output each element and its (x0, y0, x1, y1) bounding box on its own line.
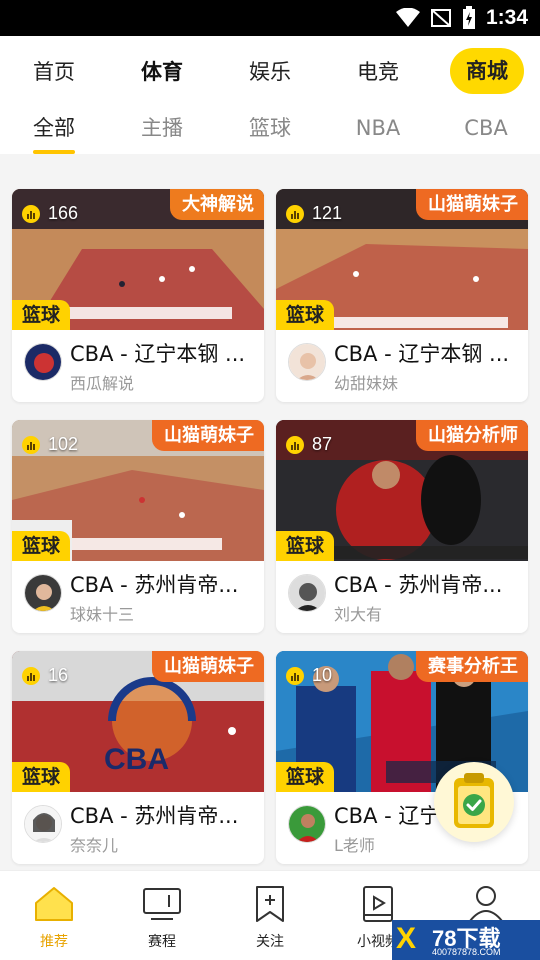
sport-badge: 篮球 (12, 300, 71, 330)
popularity-icon (22, 204, 40, 223)
viewer-count-value: 121 (312, 203, 343, 223)
card-info: CBA - 苏州肯帝... 球妹十三 (12, 561, 264, 633)
avatar (24, 574, 62, 612)
anchor-name: 幼甜妹妹 (334, 374, 399, 393)
anchor-name: 刘大有 (334, 605, 383, 624)
anchor-tag: 山猫分析师 (416, 420, 528, 451)
avatar (288, 574, 326, 612)
card-info: CBA - 辽宁本钢 ... 西瓜解说 (12, 330, 264, 402)
svg-text:CBA: CBA (104, 743, 169, 776)
stream-card[interactable]: 87 山猫分析师 篮球 CBA - 苏州肯帝... 刘大有 (276, 420, 528, 633)
anchor-tag: 山猫萌妹子 (416, 189, 528, 220)
clipboard-check-icon (454, 773, 494, 828)
viewer-count: 16 (22, 665, 68, 686)
viewer-count-value: 10 (312, 665, 333, 685)
stream-title: CBA - 辽宁本钢 ... (70, 342, 246, 366)
tab-shop[interactable]: 商城 (450, 48, 524, 94)
popularity-icon (286, 204, 304, 223)
stream-title: CBA - 苏州肯帝... (70, 804, 239, 828)
popularity-icon (22, 666, 40, 685)
sport-badge: 篮球 (276, 762, 335, 792)
profile-icon (469, 886, 503, 922)
wifi-icon (395, 8, 420, 27)
subtab-nba[interactable]: NBA (333, 108, 423, 148)
battery-charging-icon (462, 6, 475, 29)
avatar (288, 343, 326, 381)
watermark-logo: X 78下载 400787878.COM (392, 920, 540, 960)
nav-recommend-label: 推荐 (40, 934, 68, 950)
viewer-count: 166 (22, 203, 78, 224)
anchor-name: 奈奈儿 (70, 836, 119, 855)
subtab-all[interactable]: 全部 (9, 108, 99, 154)
category-tabs: 首页 体育 娱乐 电竞 商城 (0, 48, 540, 96)
subtab-cba[interactable]: CBA (441, 108, 531, 148)
avatar (288, 805, 326, 843)
popularity-icon (22, 435, 40, 454)
popularity-icon (286, 666, 304, 685)
nav-recommend[interactable]: 推荐 (14, 885, 94, 951)
viewer-count-value: 102 (48, 434, 79, 454)
stream-title: CBA - 苏州肯帝... (70, 573, 239, 597)
avatar (24, 805, 62, 843)
anchor-tag: 大神解说 (170, 189, 264, 220)
popularity-icon (286, 435, 304, 454)
nav-follow-label: 关注 (256, 934, 284, 950)
anchor-name: 西瓜解说 (70, 374, 135, 393)
nav-follow[interactable]: 关注 (230, 885, 310, 951)
anchor-name: 球妹十三 (70, 605, 135, 624)
active-underline (33, 150, 75, 154)
stream-card[interactable]: 102 山猫萌妹子 篮球 CBA - 苏州肯帝... 球妹十三 (12, 420, 264, 633)
sport-badge: 篮球 (12, 762, 71, 792)
anchor-tag: 赛事分析王 (416, 651, 528, 682)
no-signal-icon (430, 9, 451, 27)
sub-tabs: 全部 主播 篮球 NBA CBA (0, 108, 540, 154)
sport-badge: 篮球 (276, 300, 335, 330)
schedule-icon (143, 888, 181, 920)
watermark-url: 400787878.COM (432, 947, 501, 957)
clock: 1:34 (485, 6, 528, 29)
status-bar: 1:34 (0, 0, 540, 36)
subtab-all-label: 全部 (33, 116, 75, 140)
task-clipboard-button[interactable] (434, 762, 514, 842)
card-info: CBA - 苏州肯帝... 奈奈儿 (12, 792, 264, 864)
stream-card[interactable]: 121 山猫萌妹子 篮球 CBA - 辽宁本钢 ... 幼甜妹妹 (276, 189, 528, 402)
anchor-tag: 山猫萌妹子 (152, 420, 264, 451)
card-info: CBA - 苏州肯帝... 刘大有 (276, 561, 528, 633)
anchor-name: L老师 (334, 836, 375, 855)
nav-schedule-label: 赛程 (148, 934, 176, 950)
nav-schedule[interactable]: 赛程 (122, 885, 202, 951)
stream-card[interactable]: 166 大神解说 篮球 CBA - 辽宁本钢 ... 西瓜解说 (12, 189, 264, 402)
sport-badge: 篮球 (12, 531, 71, 561)
viewer-count: 10 (286, 665, 332, 686)
tab-home[interactable]: 首页 (14, 48, 94, 96)
tab-sports[interactable]: 体育 (122, 48, 202, 96)
viewer-count: 102 (22, 434, 78, 455)
viewer-count-value: 16 (48, 665, 69, 685)
tab-entertainment[interactable]: 娱乐 (230, 48, 310, 96)
watermark-x-icon: X (396, 922, 417, 955)
subtab-basketball[interactable]: 篮球 (225, 108, 315, 148)
bookmark-icon (256, 886, 284, 922)
viewer-count-value: 87 (312, 434, 333, 454)
subtab-anchor[interactable]: 主播 (117, 108, 207, 148)
stream-title: CBA - 辽宁本钢 ... (334, 342, 510, 366)
sport-badge: 篮球 (276, 531, 335, 561)
avatar (24, 343, 62, 381)
video-icon (363, 886, 393, 922)
viewer-count: 87 (286, 434, 332, 455)
top-navigation: 首页 体育 娱乐 电竞 商城 全部 主播 篮球 NBA CBA (0, 36, 540, 154)
home-icon (35, 887, 73, 921)
viewer-count: 121 (286, 203, 342, 224)
viewer-count-value: 166 (48, 203, 79, 223)
stream-card[interactable]: CBA 16 山猫萌妹子 篮球 CBA - 苏州肯帝... 奈奈儿 (12, 651, 264, 864)
stream-title: CBA - 苏州肯帝... (334, 573, 503, 597)
card-info: CBA - 辽宁本钢 ... 幼甜妹妹 (276, 330, 528, 402)
tab-esports[interactable]: 电竞 (338, 48, 418, 96)
anchor-tag: 山猫萌妹子 (152, 651, 264, 682)
